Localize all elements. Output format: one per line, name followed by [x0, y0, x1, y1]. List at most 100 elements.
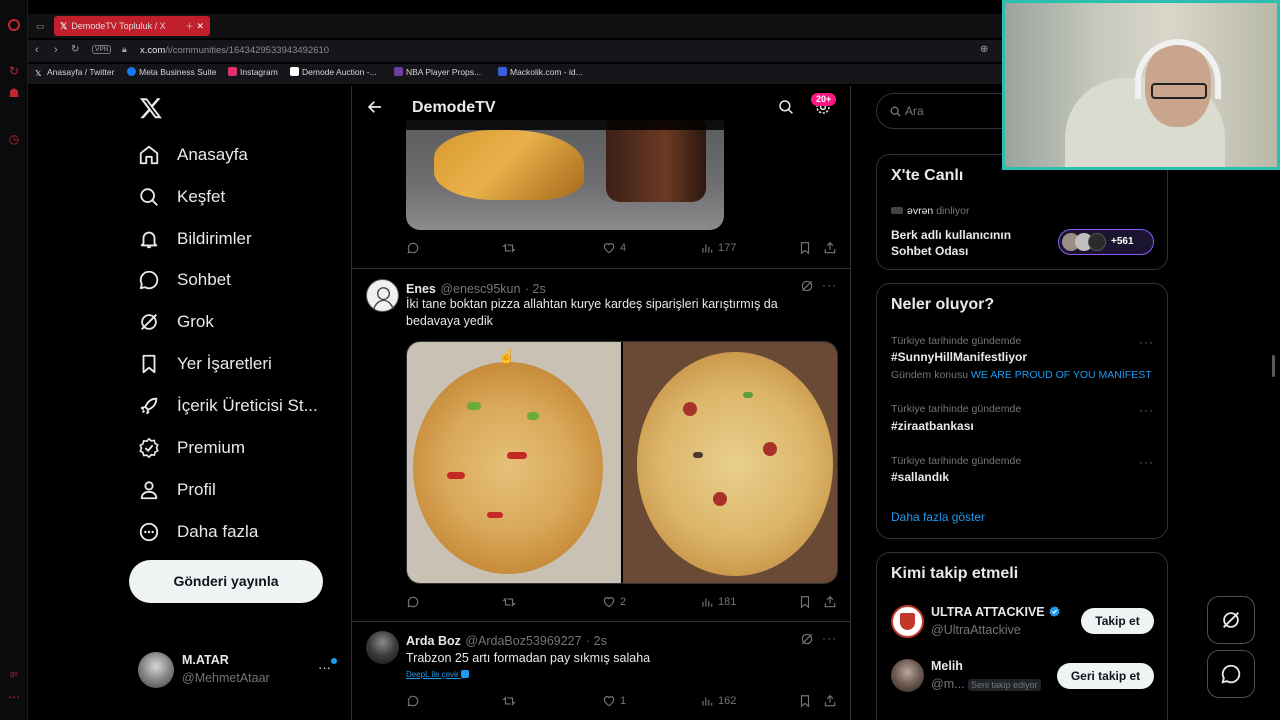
like-button[interactable]: 4: [602, 241, 626, 255]
reload-icon[interactable]: ↻: [71, 44, 79, 55]
history-icon[interactable]: ↻: [7, 64, 21, 78]
tweet-menu-icon[interactable]: ···: [822, 631, 837, 645]
bookmark-item[interactable]: Meta Business Suite: [127, 67, 216, 77]
show-more-link[interactable]: Daha fazla göster: [891, 510, 985, 524]
grok-icon[interactable]: [800, 279, 814, 293]
reply-button[interactable]: [406, 595, 424, 609]
new-tab-button[interactable]: +: [186, 16, 200, 36]
account-menu-icon[interactable]: ···: [318, 660, 331, 675]
scrollbar-thumb[interactable]: [1272, 355, 1275, 377]
bookmark-item[interactable]: Instagram: [228, 67, 278, 77]
gx-icon[interactable]: gx: [7, 668, 21, 682]
trend-link[interactable]: WE ARE PROUD OF YOU MANİFEST: [971, 369, 1152, 381]
search-icon[interactable]: [777, 98, 795, 116]
retweet-button[interactable]: [502, 595, 520, 609]
tweet-menu-icon[interactable]: ···: [822, 278, 837, 292]
share-button[interactable]: [823, 595, 841, 609]
cursor-icon: ☝: [498, 348, 516, 364]
share-button[interactable]: [823, 694, 841, 708]
back-icon[interactable]: ‹: [35, 44, 39, 56]
follow-button[interactable]: Takip et: [1081, 608, 1154, 634]
nav-explore[interactable]: Keşfet: [138, 177, 225, 217]
tweet-media[interactable]: [406, 341, 838, 584]
tweet-author[interactable]: Arda Boz: [406, 634, 461, 648]
share-button[interactable]: [823, 241, 841, 255]
forward-icon[interactable]: ›: [54, 44, 58, 56]
follow-name[interactable]: Melih: [931, 659, 963, 673]
trend-tag[interactable]: #ziraatbankası: [891, 419, 974, 433]
retweet-button[interactable]: [502, 241, 520, 255]
tweet-author[interactable]: Enes: [406, 282, 436, 296]
nav-chat[interactable]: Sohbet: [138, 260, 231, 300]
views-button[interactable]: 162: [700, 694, 736, 708]
live-listeners[interactable]: +561: [1058, 229, 1154, 255]
nav-premium[interactable]: Premium: [138, 428, 245, 468]
back-arrow-icon[interactable]: [366, 98, 384, 116]
more-icon[interactable]: ⋯: [7, 690, 21, 704]
url-field[interactable]: x.com/i/communities/1643429533943492610: [140, 45, 329, 56]
tweet-time[interactable]: · 2s: [525, 282, 546, 296]
bookmark-item[interactable]: Mackolik.com - id...: [498, 67, 583, 77]
tweet-handle[interactable]: @enesc95kun: [440, 282, 520, 296]
tweet-image[interactable]: [406, 120, 724, 230]
bookmark-button[interactable]: [798, 595, 816, 609]
avatar[interactable]: [891, 659, 924, 692]
aria-icon[interactable]: ☗: [7, 86, 21, 100]
bookmark-item[interactable]: NBA Player Props...: [394, 67, 481, 77]
opera-logo-icon[interactable]: [8, 19, 20, 31]
zoom-icon[interactable]: ⊕: [980, 44, 988, 55]
follow-back-button[interactable]: Geri takip et: [1057, 663, 1154, 689]
trend-tag[interactable]: #sallandık: [891, 470, 949, 484]
avatar[interactable]: [138, 652, 174, 688]
browser-sidebar: ↻ ☗ ◷ gx ⋯: [0, 0, 28, 720]
live-host[interactable]: əvrən dinliyor: [907, 205, 969, 217]
trend-menu-icon[interactable]: ···: [1139, 335, 1154, 349]
follow-name[interactable]: ULTRA ATTACKIVE: [931, 605, 1061, 619]
webcam-overlay: [1002, 0, 1280, 170]
trend-menu-icon[interactable]: ···: [1139, 403, 1154, 417]
nav-bookmarks[interactable]: Yer İşaretleri: [138, 344, 272, 384]
nav-home[interactable]: Anasayfa: [138, 135, 248, 175]
reply-button[interactable]: [406, 241, 424, 255]
pizza-photo-2[interactable]: [623, 342, 837, 583]
nav-more[interactable]: Daha fazla: [138, 512, 258, 552]
lock-icon[interactable]: 🔒︎: [122, 44, 127, 55]
vpn-badge[interactable]: VPN: [92, 45, 112, 54]
avatar[interactable]: [366, 279, 399, 312]
like-button[interactable]: 1: [602, 694, 626, 708]
like-button[interactable]: 2: [602, 595, 626, 609]
grok-icon[interactable]: [800, 632, 814, 646]
nav-profile[interactable]: Profil: [138, 470, 216, 510]
account-handle: @MehmetAtaar: [182, 671, 270, 685]
bookmark-item[interactable]: Demode Auction -...: [290, 67, 377, 77]
trend-menu-icon[interactable]: ···: [1139, 455, 1154, 469]
messages-float-button[interactable]: [1207, 650, 1255, 698]
bookmark-button[interactable]: [798, 694, 816, 708]
views-button[interactable]: 181: [700, 595, 736, 609]
live-room-title[interactable]: Berk adlı kullanıcının Sohbet Odası: [891, 227, 1041, 259]
nav-grok[interactable]: Grok: [138, 302, 214, 342]
retweet-button[interactable]: [502, 694, 520, 708]
more-icon: [139, 522, 159, 542]
reply-button[interactable]: [406, 694, 424, 708]
x-logo-icon[interactable]: [139, 96, 163, 120]
trend-tag[interactable]: #SunnyHillManifestliyor: [891, 350, 1027, 364]
avatar[interactable]: [891, 605, 924, 638]
tab-islands-icon[interactable]: ▭: [36, 16, 50, 36]
clock-icon[interactable]: ◷: [7, 132, 21, 146]
post-button[interactable]: Gönderi yayınla: [129, 560, 323, 603]
trends-card: Neler oluyor? Türkiye tarihinde gündemde…: [876, 283, 1168, 539]
pizza-photo-1[interactable]: [407, 342, 621, 583]
avatar[interactable]: [366, 631, 399, 664]
views-button[interactable]: 177: [700, 241, 736, 255]
tweet-time[interactable]: · 2s: [586, 634, 607, 648]
tweet-handle[interactable]: @ArdaBoz53969227: [465, 634, 581, 648]
nav-notifications[interactable]: Bildirimler: [138, 219, 252, 259]
bookmark-item[interactable]: 𝕏 Anasayfa / Twitter: [35, 67, 114, 78]
translate-link[interactable]: DeepL ile çevir: [406, 670, 469, 679]
grok-float-button[interactable]: [1207, 596, 1255, 644]
jar-photo: [606, 120, 706, 202]
nav-creator-studio[interactable]: İçerik Üreticisi St...: [138, 386, 318, 426]
divider: [352, 621, 850, 622]
bookmark-button[interactable]: [798, 241, 816, 255]
